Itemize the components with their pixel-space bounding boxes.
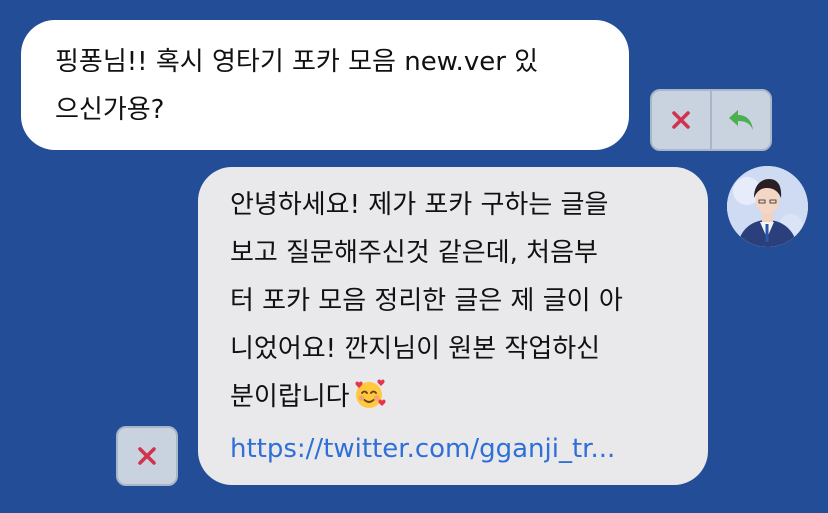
message-text: 분이랍니다 bbox=[230, 382, 350, 412]
message-text-line: 으신가용? bbox=[55, 95, 165, 125]
incoming-message-actions bbox=[650, 89, 772, 151]
close-icon bbox=[672, 111, 690, 129]
message-text-line: 터 포카 모음 정리한 글은 제 글이 아 bbox=[230, 286, 623, 316]
smiling-face-with-hearts-icon bbox=[355, 379, 386, 408]
delete-button[interactable] bbox=[118, 428, 176, 484]
profile-photo bbox=[727, 166, 808, 247]
reply-button[interactable] bbox=[710, 91, 770, 149]
message-text-line: 핑퐁님!! 혹시 영타기 포카 모음 new.ver 있 bbox=[55, 47, 539, 77]
avatar[interactable] bbox=[727, 166, 808, 247]
outgoing-message-actions bbox=[116, 426, 178, 486]
incoming-message-bubble[interactable]: 핑퐁님!! 혹시 영타기 포카 모음 new.ver 있 으신가용? bbox=[21, 20, 629, 150]
reply-arrow-icon bbox=[729, 110, 753, 130]
message-text-line: 안녕하세요! 제가 포카 구하는 글을 bbox=[230, 190, 609, 220]
outgoing-message-bubble[interactable]: 안녕하세요! 제가 포카 구하는 글을 보고 질문해주신것 같은데, 처음부 터… bbox=[198, 167, 708, 485]
message-text-line: 보고 질문해주신것 같은데, 처음부 bbox=[230, 238, 598, 268]
delete-button[interactable] bbox=[652, 91, 710, 149]
message-text-line: 니었어요! 깐지님이 원본 작업하신 bbox=[230, 334, 601, 364]
twitter-link[interactable]: https://twitter.com/gganji_tr... bbox=[230, 425, 682, 473]
message-text-line-with-emoji: 분이랍니다 bbox=[230, 373, 682, 421]
close-icon bbox=[138, 447, 156, 465]
